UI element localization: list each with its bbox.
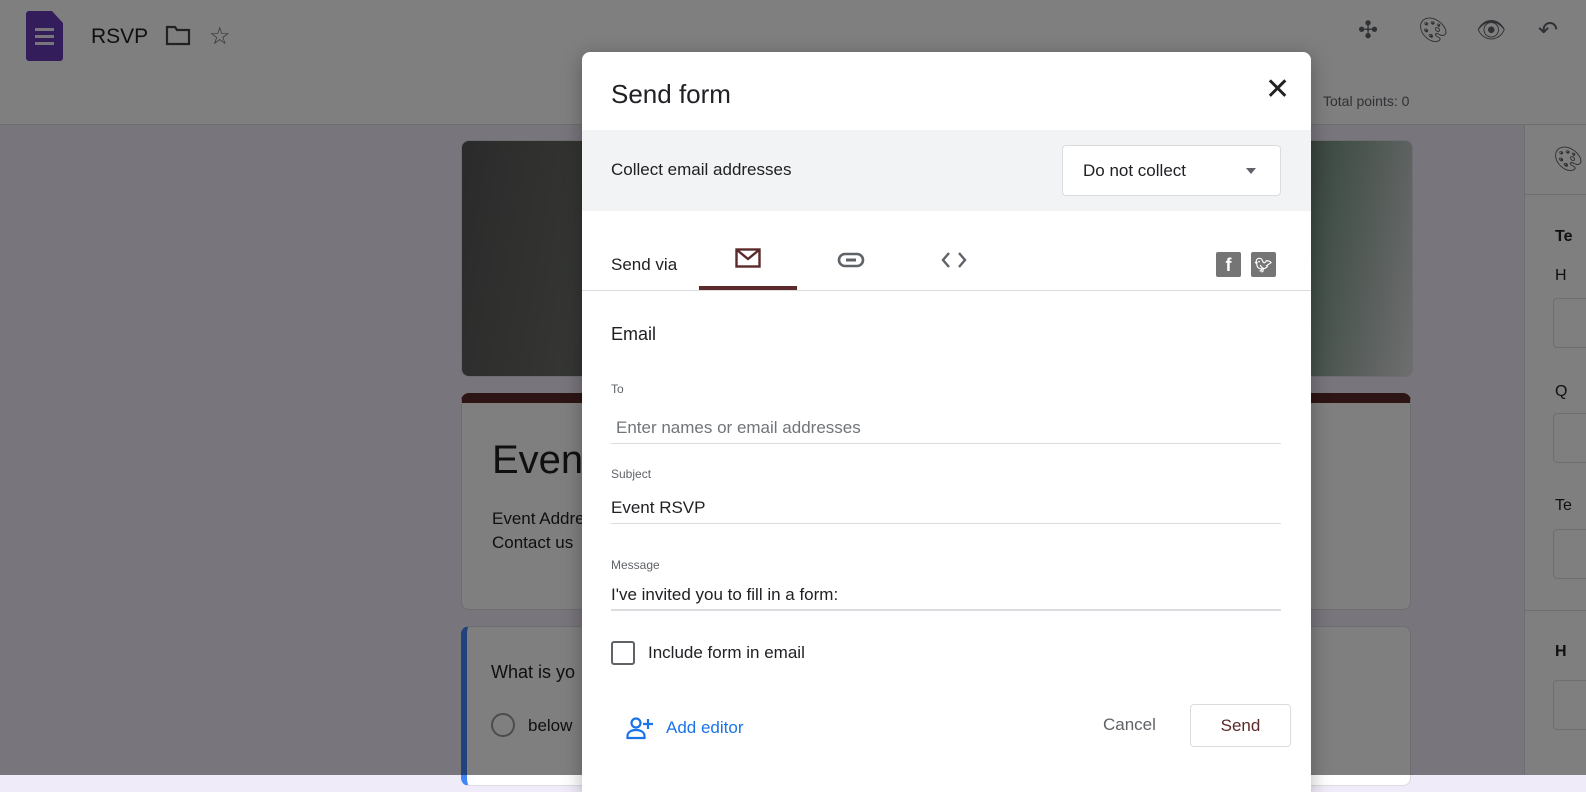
dialog-title: Send form: [611, 79, 731, 109]
email-section-heading: Email: [611, 324, 657, 344]
mail-icon: [735, 248, 761, 268]
send-form-dialog: Send form ✕ Collect email addresses Do n…: [582, 52, 1311, 792]
cancel-button[interactable]: Cancel: [1103, 715, 1156, 735]
add-editor-button[interactable]: Add editor: [626, 716, 744, 740]
code-icon: [941, 252, 967, 268]
link-icon: [837, 252, 865, 268]
add-editor-label: Add editor: [666, 718, 744, 737]
message-input[interactable]: I've invited you to fill in a form:: [611, 579, 1281, 611]
collect-email-row: Collect email addresses Do not collect: [582, 130, 1311, 211]
collect-email-label: Collect email addresses: [611, 160, 792, 179]
send-via-label: Send via: [611, 255, 678, 274]
to-input[interactable]: Enter names or email addresses: [611, 412, 1281, 444]
subject-input[interactable]: Event RSVP: [611, 492, 1281, 524]
close-icon[interactable]: ✕: [1265, 72, 1290, 107]
to-placeholder: Enter names or email addresses: [616, 418, 861, 437]
message-label: Message: [611, 558, 660, 572]
twitter-icon[interactable]: 🐦︎: [1251, 252, 1276, 277]
collect-email-dropdown[interactable]: Do not collect: [1062, 145, 1281, 196]
to-label: To: [611, 382, 624, 396]
chevron-down-icon: [1246, 168, 1256, 179]
tabs-divider: [582, 290, 1311, 291]
include-form-checkbox[interactable]: [611, 641, 635, 665]
tab-link[interactable]: [802, 230, 900, 290]
person-add-icon: [626, 717, 653, 740]
facebook-icon[interactable]: f: [1216, 252, 1241, 277]
tab-email[interactable]: [699, 230, 797, 290]
include-form-label[interactable]: Include form in email: [648, 643, 805, 663]
send-button[interactable]: Send: [1190, 704, 1291, 747]
tab-embed[interactable]: [905, 230, 1003, 290]
dropdown-value: Do not collect: [1083, 161, 1186, 180]
subject-label: Subject: [611, 467, 652, 481]
